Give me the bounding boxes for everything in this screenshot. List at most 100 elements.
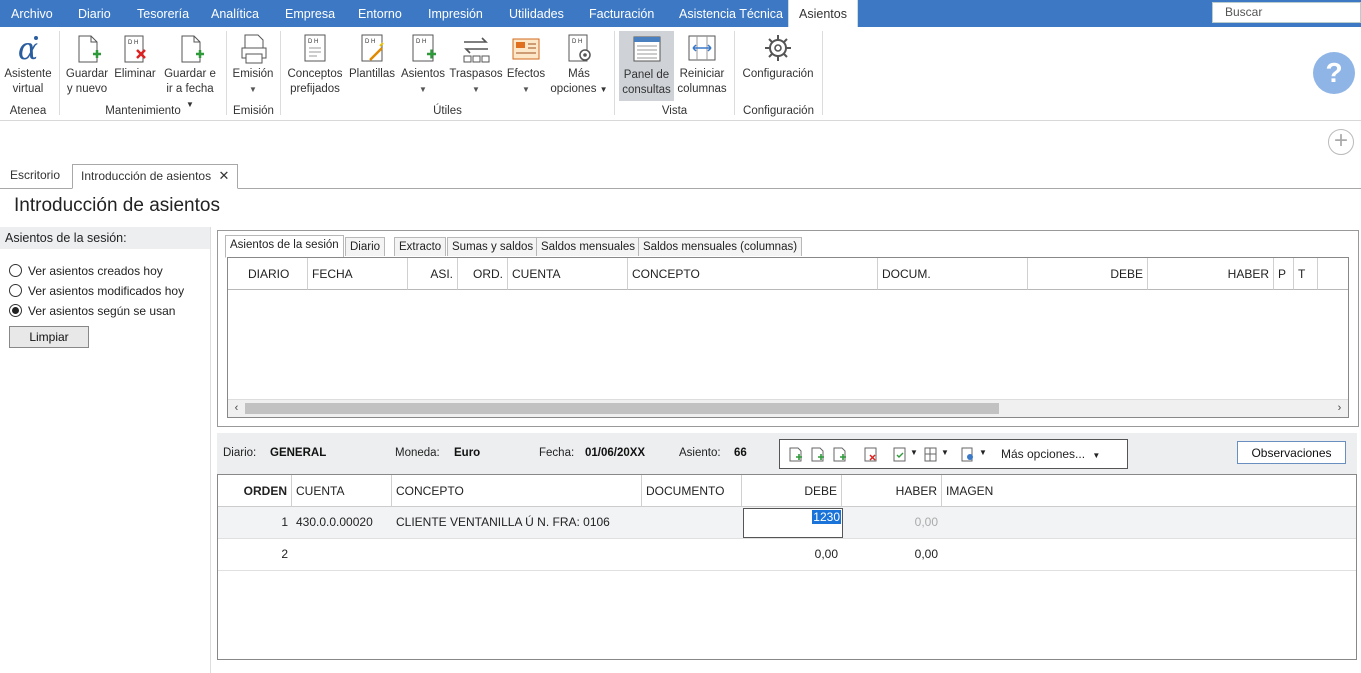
col-haber[interactable]: HABER xyxy=(842,475,942,507)
radio-modified-today[interactable]: Ver asientos modificados hoy xyxy=(9,284,184,300)
close-icon[interactable]: ✕ xyxy=(218,168,229,183)
col-docum[interactable]: DOCUM. xyxy=(878,258,1028,290)
col-documento[interactable]: DOCUMENTO xyxy=(642,475,742,507)
asientos-button[interactable]: D H Asientos ▼ xyxy=(399,32,447,94)
radio-as-used[interactable]: Ver asientos según se usan xyxy=(9,304,175,320)
debe-edit-field[interactable]: 1230 xyxy=(743,508,843,538)
documento-cell[interactable] xyxy=(642,507,742,538)
menu-analitica[interactable]: Analítica xyxy=(211,0,259,27)
tab-escritorio[interactable]: Escritorio xyxy=(2,164,68,187)
emision-button[interactable]: Emisión ▼ xyxy=(231,32,275,94)
tab-saldos-mensuales-columnas[interactable]: Saldos mensuales (columnas) xyxy=(638,237,803,256)
reiniciar-columnas-button[interactable]: Reiniciar columnas xyxy=(676,32,728,97)
more-options-dropdown[interactable]: Más opciones... ▼ xyxy=(1001,447,1100,461)
scroll-left-icon[interactable]: ‹ xyxy=(228,400,245,417)
tab-extracto[interactable]: Extracto xyxy=(394,237,447,256)
col-fecha[interactable]: FECHA xyxy=(308,258,408,290)
chevron-down-icon[interactable]: ▼ xyxy=(941,448,949,457)
conceptos-prefijados-button[interactable]: D H Conceptos prefijados xyxy=(286,32,344,97)
add-line-icon[interactable] xyxy=(811,447,825,462)
table-row[interactable]: 2 0,00 0,00 xyxy=(218,539,1356,571)
traspasos-button[interactable]: Traspasos ▼ xyxy=(449,32,503,94)
add-tab-icon[interactable]: + xyxy=(1328,129,1354,155)
eliminar-button[interactable]: D H Eliminar xyxy=(113,32,157,82)
col-p[interactable]: P xyxy=(1274,258,1294,290)
tab-sumas-saldos[interactable]: Sumas y saldos xyxy=(447,237,539,256)
menu-impresion[interactable]: Impresión xyxy=(428,0,483,27)
check-lines-icon[interactable] xyxy=(893,447,907,462)
col-concepto[interactable]: CONCEPTO xyxy=(628,258,878,290)
haber-cell[interactable]: 0,00 xyxy=(842,539,942,570)
cuenta-cell[interactable]: 430.0.0.00020 xyxy=(292,507,392,538)
entries-grid[interactable]: ORDEN CUENTA CONCEPTO DOCUMENTO DEBE HAB… xyxy=(217,474,1357,660)
menu-facturacion[interactable]: Facturación xyxy=(589,0,654,27)
scrollbar-thumb[interactable] xyxy=(245,403,999,414)
radio-icon[interactable] xyxy=(9,284,22,297)
session-grid[interactable]: DIARIO FECHA ASI. ORD. CUENTA CONCEPTO D… xyxy=(227,257,1349,418)
col-concepto[interactable]: CONCEPTO xyxy=(392,475,642,507)
cuenta-cell[interactable] xyxy=(292,539,392,570)
copy-line-icon[interactable] xyxy=(833,447,847,462)
concepto-cell[interactable]: CLIENTE VENTANILLA Ú N. FRA: 0106 xyxy=(392,507,642,538)
col-imagen[interactable]: IMAGEN xyxy=(942,475,1356,507)
search-input[interactable]: Buscar xyxy=(1212,2,1361,23)
col-debe[interactable]: DEBE xyxy=(742,475,842,507)
scroll-right-icon[interactable]: › xyxy=(1331,400,1348,417)
haber-cell[interactable]: 0,00 xyxy=(842,507,942,538)
efectos-button[interactable]: Efectos ▼ xyxy=(505,32,547,94)
guardar-ir-fecha-button[interactable]: Guardar e ir a fecha ▼ xyxy=(161,32,219,112)
col-orden[interactable]: ORDEN xyxy=(218,475,292,507)
col-t[interactable]: T xyxy=(1294,258,1318,290)
radio-label: Ver asientos según se usan xyxy=(28,304,176,318)
col-debe[interactable]: DEBE xyxy=(1028,258,1148,290)
menu-entorno[interactable]: Entorno xyxy=(358,0,402,27)
debe-cell[interactable]: 0,00 xyxy=(742,539,842,570)
menu-asientos[interactable]: Asientos xyxy=(788,0,858,27)
tab-diario[interactable]: Diario xyxy=(345,237,386,256)
panel-label-2: consultas xyxy=(622,84,671,96)
col-cuenta[interactable]: CUENTA xyxy=(508,258,628,290)
plantillas-button[interactable]: D H Plantillas xyxy=(347,32,397,82)
help-icon[interactable]: ? xyxy=(1313,52,1355,94)
chevron-down-icon[interactable]: ▼ xyxy=(910,448,918,457)
insert-line-icon[interactable] xyxy=(789,447,803,462)
documento-cell[interactable] xyxy=(642,539,742,570)
radio-selected-icon[interactable] xyxy=(9,304,22,317)
horizontal-scrollbar[interactable]: ‹ › xyxy=(228,399,1348,417)
group-emision: Emisión xyxy=(233,105,274,117)
tab-introduccion-asientos[interactable]: Introducción de asientos ✕ xyxy=(72,164,239,189)
panel-consultas-button[interactable]: Panel de consultas xyxy=(619,31,674,101)
radio-created-today[interactable]: Ver asientos creados hoy xyxy=(9,264,163,280)
col-asi[interactable]: ASI. xyxy=(408,258,458,290)
orden-cell[interactable]: 1 xyxy=(218,507,292,538)
guardar-nuevo-button[interactable]: Guardar y nuevo xyxy=(64,32,110,97)
configuracion-button[interactable]: Configuración xyxy=(739,32,817,82)
orden-cell[interactable]: 2 xyxy=(218,539,292,570)
mas-opciones-button[interactable]: D H Más opciones ▼ xyxy=(549,32,609,97)
observaciones-button[interactable]: Observaciones xyxy=(1237,441,1346,464)
menu-archivo[interactable]: Archivo xyxy=(11,0,53,27)
tab-saldos-mensuales[interactable]: Saldos mensuales xyxy=(536,237,640,256)
col-cuenta[interactable]: CUENTA xyxy=(292,475,392,507)
menu-asistencia-tecnica[interactable]: Asistencia Técnica xyxy=(679,0,783,27)
clear-button[interactable]: Limpiar xyxy=(9,326,89,348)
tab-asientos-sesion[interactable]: Asientos de la sesión xyxy=(225,235,344,258)
table-row[interactable]: 1 430.0.0.00020 CLIENTE VENTANILLA Ú N. … xyxy=(218,507,1356,539)
svg-text:D H: D H xyxy=(308,39,318,45)
delete-line-icon[interactable] xyxy=(864,447,878,462)
menu-utilidades[interactable]: Utilidades xyxy=(509,0,564,27)
radio-icon[interactable] xyxy=(9,264,22,277)
col-haber[interactable]: HABER xyxy=(1148,258,1274,290)
concepto-cell[interactable] xyxy=(392,539,642,570)
columns-icon[interactable] xyxy=(924,447,938,462)
asistente-virtual-button[interactable]: α Asistente virtual xyxy=(2,32,54,97)
menu-empresa[interactable]: Empresa xyxy=(285,0,335,27)
menu-tesoreria[interactable]: Tesorería xyxy=(137,0,189,27)
mas-label-2: opciones xyxy=(550,83,597,95)
debe-selected-text[interactable]: 1230 xyxy=(812,510,841,524)
col-ord[interactable]: ORD. xyxy=(458,258,508,290)
view-icon[interactable] xyxy=(961,447,975,462)
chevron-down-icon[interactable]: ▼ xyxy=(979,448,987,457)
col-diario[interactable]: DIARIO xyxy=(228,258,308,290)
menu-diario[interactable]: Diario xyxy=(78,0,111,27)
